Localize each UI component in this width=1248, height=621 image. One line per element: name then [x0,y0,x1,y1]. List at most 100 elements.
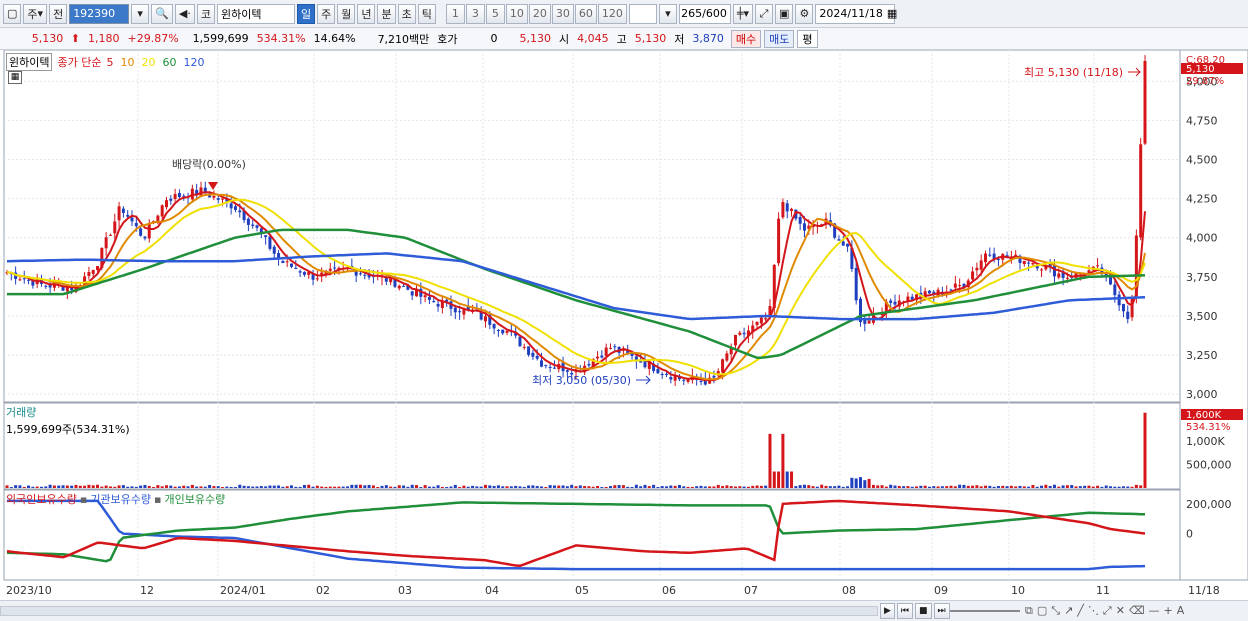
volume-bar [535,486,539,488]
volume-bar [156,485,160,488]
volume-bar [699,485,703,488]
delete-icon[interactable]: ⌫ [1129,604,1145,618]
volume-bar [1035,486,1039,488]
candle-body [302,272,306,275]
interval-button-5[interactable]: 5 [485,3,505,24]
data-count-field[interactable]: 265/600 [678,3,731,24]
stock-name-tag[interactable]: 윈하이텍 [6,53,53,71]
zoom-in-icon[interactable]: + [1164,604,1173,618]
custom-interval-input[interactable] [628,3,657,24]
period-select[interactable]: 주 ▾ [23,3,48,24]
period-tab-6[interactable]: 틱 [417,3,436,24]
candle-body [738,332,742,335]
ma-period-5[interactable]: 5 [106,56,113,69]
calendar-icon[interactable]: ▦ [887,7,897,20]
play-icon[interactable]: ▶ [880,603,895,619]
volume-bar [509,486,513,488]
zoom-out-icon[interactable]: — [1149,604,1160,618]
volume-bar [1057,486,1061,488]
volume-bar [307,484,311,488]
volume-bar [350,484,354,488]
interval-button-60[interactable]: 60 [574,3,597,24]
volume-bar [647,486,651,488]
scroll-track[interactable] [0,606,878,616]
candle-body [1113,284,1117,296]
next-icon[interactable]: ⏭ [933,603,950,619]
volume-bar [445,486,449,488]
candle-body [121,208,125,213]
interval-dropdown-icon[interactable]: ▾ [658,3,677,24]
avg-button[interactable]: 평 [797,29,818,48]
arrow-icon[interactable]: ↗ [1064,604,1073,618]
volume-y-tick: 500,000 [1186,458,1232,471]
candle-body [1027,262,1031,264]
date-field[interactable]: 2024/11/18 ▦ [815,3,897,24]
line-icon[interactable]: ╱ [1077,604,1084,618]
interval-button-10[interactable]: 10 [505,3,528,24]
institution-holding-label: 기관보유수량 [90,493,152,506]
prev-icon[interactable]: ⏮ [896,603,914,619]
interval-button-120[interactable]: 120 [597,3,627,24]
period-tab-4[interactable]: 분 [377,3,396,24]
volume-bar [531,485,535,488]
period-tab-2[interactable]: 월 [337,3,356,24]
cross-icon[interactable]: ✕ [1116,604,1125,618]
box-icon[interactable]: ▢ [1037,604,1047,618]
settings-gear-icon[interactable]: ⚙ [795,3,814,24]
draw-tool-icon[interactable]: ⤢ [755,3,774,24]
period-tab-0[interactable]: 일 [296,3,316,24]
volume-bar [1031,484,1035,488]
period-tab-1[interactable]: 주 [317,3,336,24]
market-type-button[interactable]: 코 [196,3,215,24]
period-tab-3[interactable]: 년 [357,3,376,24]
search-icon[interactable]: 🔍 [151,3,173,24]
interval-button-20[interactable]: 20 [528,3,551,24]
stop-icon[interactable]: ■ [915,603,932,619]
volume-bar [186,486,190,488]
stock-name-field[interactable]: 윈하이텍 [216,3,295,24]
volume-bar [113,486,117,488]
copy-icon[interactable]: ⧉ [1025,604,1033,618]
trend-icon[interactable]: ⤢ [1103,604,1112,618]
candle-type-icon[interactable]: ╪▾ [732,3,754,24]
save-icon[interactable]: ▣ [775,3,794,24]
candle-body [958,285,962,287]
fib-icon[interactable]: ⋱ [1088,604,1099,618]
stock-code-input[interactable]: 192390 [69,3,130,24]
volume-bar [604,486,608,488]
volume-bar [31,486,35,488]
ma-period-10[interactable]: 10 [120,56,134,69]
ma-period-60[interactable]: 60 [162,56,176,69]
sell-button[interactable]: 매도 [764,29,795,48]
volume-bar [721,486,725,488]
interval-button-3[interactable]: 3 [465,3,485,24]
table-toggle-icon[interactable]: ▦ [8,71,22,84]
y-tick-label: 4,750 [1186,114,1218,127]
buy-button[interactable]: 매수 [730,29,762,48]
volume-bar [587,486,591,488]
chart-svg[interactable]: 2023/10 12 2024/01 02 03 04 05 06 07 08 09 10 11 11/1… [0,49,1248,600]
volume-bar [927,486,931,488]
volume-bar [716,484,720,488]
ma-period-20[interactable]: 20 [141,56,155,69]
interval-button-30[interactable]: 30 [551,3,574,24]
code-dropdown-icon[interactable]: ▾ [131,3,150,24]
window-icon[interactable]: ▢ [3,3,22,24]
move-icon[interactable]: ⤡ [1051,604,1060,618]
candle-body [130,217,134,222]
prev-button[interactable]: 전 [49,3,68,24]
candle-body [893,301,897,305]
bottom-scrollbar[interactable]: ▶ ⏮ ■ ⏭ ⧉ ▢ ⤡ ↗ ╱ ⋱ ⤢ ✕ ⌫ — + A [0,600,1248,621]
period-tab-5[interactable]: 초 [397,3,416,24]
volume-bar [755,485,759,488]
volume-bar [121,485,125,488]
text-icon[interactable]: A [1177,604,1185,618]
zoom-slider[interactable] [950,610,1020,612]
volume-bar [850,477,854,488]
volume-bar [479,486,483,488]
interval-button-1[interactable]: 1 [445,3,465,24]
ma-period-120[interactable]: 120 [183,56,204,69]
candle-body [410,291,414,296]
volume-bar [608,486,612,488]
speaker-icon[interactable]: ◀· [174,3,195,24]
